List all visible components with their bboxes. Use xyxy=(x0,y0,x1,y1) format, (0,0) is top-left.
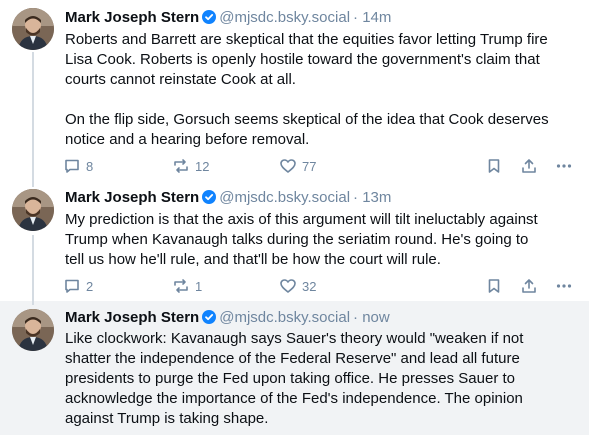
avatar[interactable] xyxy=(12,8,54,50)
author-name[interactable]: Mark Joseph Stern xyxy=(65,9,199,26)
author-handle[interactable]: @mjsdc.bsky.social xyxy=(219,9,350,26)
avatar[interactable] xyxy=(12,309,54,351)
bookmark-button[interactable] xyxy=(485,155,503,177)
share-icon xyxy=(520,157,538,175)
repost-button[interactable]: 1 xyxy=(172,275,202,297)
heart-icon xyxy=(279,277,297,295)
avatar[interactable] xyxy=(12,189,54,231)
share-icon xyxy=(520,277,538,295)
verified-badge-icon xyxy=(202,190,217,210)
verified-badge-icon xyxy=(202,310,217,330)
verified-badge-icon xyxy=(202,10,217,30)
thread-line xyxy=(32,301,34,305)
post-text: Roberts and Barrett are skeptical that t… xyxy=(65,31,549,148)
bookmark-button[interactable] xyxy=(485,275,503,297)
author-handle[interactable]: @mjsdc.bsky.social xyxy=(219,189,350,206)
post-header: Mark Joseph Stern @mjsdc.bsky.social · 14m xyxy=(65,8,391,28)
more-dots-icon xyxy=(555,277,573,295)
repost-count: 1 xyxy=(195,278,203,294)
heart-icon xyxy=(279,157,297,175)
post-text: Like clockwork: Kavanaugh says Sauer's t… xyxy=(65,330,524,427)
reply-button[interactable]: 8 xyxy=(63,155,93,177)
author-name[interactable]: Mark Joseph Stern xyxy=(65,189,199,206)
reply-count: 8 xyxy=(86,158,94,174)
author-name[interactable]: Mark Joseph Stern xyxy=(65,309,199,326)
speech-bubble-icon xyxy=(63,277,81,295)
more-dots-icon xyxy=(555,157,573,175)
post-timestamp[interactable]: · 14m xyxy=(353,9,391,26)
bookmark-icon xyxy=(485,157,503,175)
bookmark-icon xyxy=(485,277,503,295)
share-button[interactable] xyxy=(520,155,538,177)
reply-button[interactable]: 2 xyxy=(63,275,93,297)
post-timestamp[interactable]: · 13m xyxy=(353,189,391,206)
like-count: 77 xyxy=(302,158,317,174)
more-options-button[interactable] xyxy=(555,155,573,177)
like-button[interactable]: 77 xyxy=(279,155,316,177)
post-actions: 2 1 32 xyxy=(63,275,583,297)
post-timestamp[interactable]: · now xyxy=(353,309,390,326)
post-text: My prediction is that the axis of this a… xyxy=(65,211,538,268)
repost-arrows-icon xyxy=(172,277,190,295)
reply-count: 2 xyxy=(86,278,94,294)
speech-bubble-icon xyxy=(63,157,81,175)
thread-line xyxy=(32,52,34,183)
share-button[interactable] xyxy=(520,275,538,297)
thread-line xyxy=(32,183,34,187)
repost-button[interactable]: 12 xyxy=(172,155,209,177)
repost-count: 12 xyxy=(195,158,210,174)
post-header: Mark Joseph Stern @mjsdc.bsky.social · 13m xyxy=(65,188,391,208)
repost-arrows-icon xyxy=(172,157,190,175)
post-3[interactable]: Mark Joseph Stern @mjsdc.bsky.social · now… xyxy=(0,301,589,435)
post-2[interactable]: Mark Joseph Stern @mjsdc.bsky.social · 13m… xyxy=(0,183,589,301)
thread-line xyxy=(32,235,34,301)
post-header: Mark Joseph Stern @mjsdc.bsky.social · now xyxy=(65,308,390,328)
more-options-button[interactable] xyxy=(555,275,573,297)
post-actions: 8 12 77 xyxy=(63,155,583,177)
author-handle[interactable]: @mjsdc.bsky.social xyxy=(219,309,350,326)
post-1[interactable]: Mark Joseph Stern @mjsdc.bsky.social · 14m… xyxy=(0,0,589,183)
like-count: 32 xyxy=(302,278,317,294)
like-button[interactable]: 32 xyxy=(279,275,316,297)
